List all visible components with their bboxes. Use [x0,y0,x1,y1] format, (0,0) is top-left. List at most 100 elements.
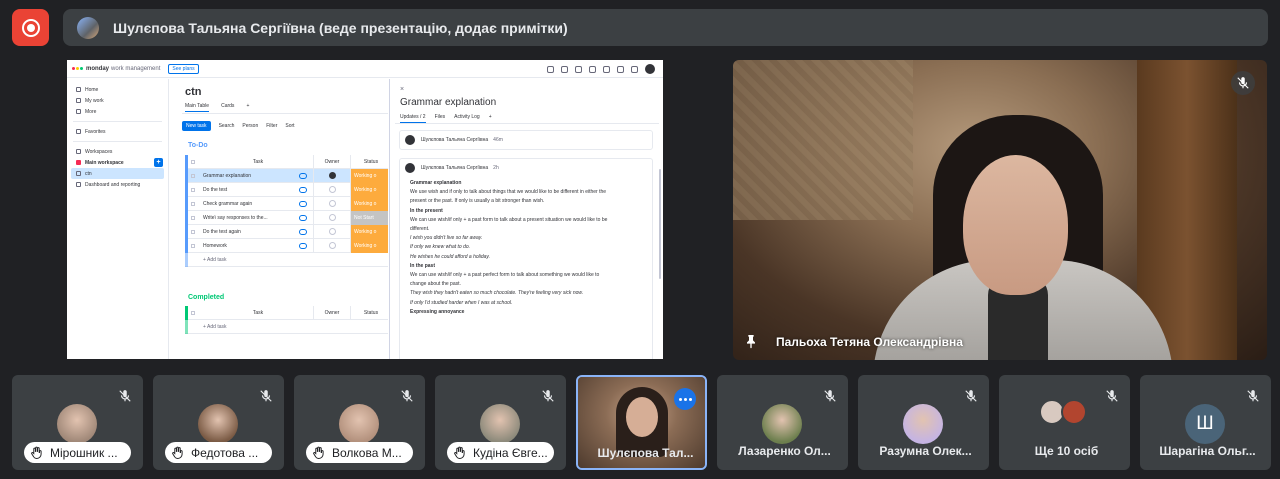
raised-hand-icon [454,446,465,459]
inbox-icon [561,65,568,73]
tab-add: + [488,114,492,120]
task-name: Grammar explanation [203,172,252,179]
table-header: Task Owner Status [185,305,388,320]
avatar [198,404,238,444]
calendar-icon [76,98,81,103]
nav-workspaces: Workspaces [67,146,168,157]
board-view: ctn Main Table Cards + New task Search P… [170,79,388,359]
participant-label: Волкова М... [306,442,413,463]
avatar [480,404,520,444]
participant-tile[interactable]: Волкова М... [294,375,425,470]
pin-icon[interactable] [743,332,759,350]
monday-left-nav: Home My work More Favorites Workspaces M… [67,79,169,359]
post-line: I wish you didn't live so far away. [410,235,483,242]
raised-hand-icon [172,446,183,459]
tab-updates: Updates / 2 [400,114,426,123]
status-badge: Not Start [350,210,388,225]
post-line: change about the past. [410,281,461,288]
post-line: different. [410,226,430,233]
panel-tabs: Updates / 2 Files Activity Log + [400,114,492,123]
owner-avatar-icon [328,200,336,207]
tab-files: Files [434,114,446,120]
mic-off-icon [113,384,137,408]
mic-off-icon [959,384,983,408]
avatar [57,404,97,444]
owner-avatar-icon [328,172,336,179]
table-row: Write\ say responses to the... Not Start [185,210,388,225]
tab-activity: Activity Log [454,114,480,120]
raised-hand-icon [313,446,324,459]
brand-sub: work management [111,65,161,72]
close-icon: × [400,86,405,93]
post-line: Grammar explanation [410,180,462,186]
owner-avatar-icon [328,242,336,249]
new-task-button: New task [182,121,211,131]
participant-tile[interactable]: Лазаренко Ол... [717,375,848,470]
comment-icon [299,172,307,179]
participant-tile[interactable]: Мірошник ... [12,375,143,470]
participant-tile[interactable]: Кудіна Євге... [435,375,566,470]
participant-name: Шулєпова Тал... [597,446,694,460]
topbar-icons [547,64,655,74]
apps-icon [589,65,596,73]
status-badge: Working o [350,196,388,211]
mic-off-icon [395,384,419,408]
tab-cards: Cards [221,103,235,109]
grid-icon [631,65,638,73]
post-body: Grammar explanation We use wish and if on… [400,177,652,319]
post-author: Шулєпова Тальяна Сергіївна [421,137,489,143]
home-icon [76,87,81,92]
presenter-avatar [77,16,99,39]
participant-name: Волкова М... [332,445,402,460]
bell-icon [547,65,554,73]
participant-tile[interactable]: Разумна Олек... [858,375,989,470]
dashboard-icon [76,182,81,187]
workspace-icon [76,160,81,165]
mic-off-icon [254,384,278,408]
participant-tile[interactable]: Шулєпова Тал... [576,375,707,470]
scrollbar [659,169,661,279]
nav-home: Home [67,84,168,95]
participant-tile[interactable]: Ш Шарагіна Ольг... [1140,375,1271,470]
monday-topbar: monday work management See plans [67,60,663,78]
completed-table: Task Owner Status + Add task [185,305,388,334]
participant-label: Мірошник ... [24,442,131,463]
search-control: Search [218,123,235,129]
more-options-icon[interactable] [674,388,696,410]
nav-main-workspace: Main workspace + [67,157,168,168]
avatar [762,404,802,444]
owner-avatar-icon [328,228,336,235]
main-speaker-video[interactable]: Пальоха Тетяна Олександрівна [733,60,1267,360]
status-badge: Working o [350,224,388,239]
panel-title: Grammar explanation [400,97,497,108]
participant-tile[interactable]: Ще 10 осіб [999,375,1130,470]
board-icon [76,171,81,176]
nav-my-work: My work [67,95,168,106]
tab-main-table: Main Table [185,103,210,112]
mic-off-icon [1231,71,1255,95]
person-control: Person [242,123,259,129]
post-line: present or the past. If only is usually … [410,198,545,205]
table-row: Homework Working o [185,238,388,253]
table-header: Task Owner Status [185,154,388,169]
task-name: Do the test [203,186,228,193]
search-icon [603,65,610,73]
group-todo-title: To-Do [188,142,208,149]
help-icon [617,65,624,73]
participant-tile[interactable]: Федотова ... [153,375,284,470]
record-button[interactable] [12,9,49,46]
avatar [903,404,943,444]
task-name: Do the test again [203,228,241,235]
invite-icon [575,65,582,73]
group-done-title: Completed [188,294,225,301]
mic-off-icon [818,384,842,408]
post-line: If only I'd studied harder when I was at… [410,299,513,306]
table-row: Grammar explanation Working o [185,168,388,183]
participant-name: Разумна Олек... [879,444,972,458]
avatar [645,64,655,74]
status-badge: Working o [350,182,388,197]
nav-board-ctn: ctn [71,168,164,179]
add-icon: + [154,158,163,167]
participant-name: Шарагіна Ольг... [1159,444,1256,458]
post-line: In the past [410,262,436,269]
